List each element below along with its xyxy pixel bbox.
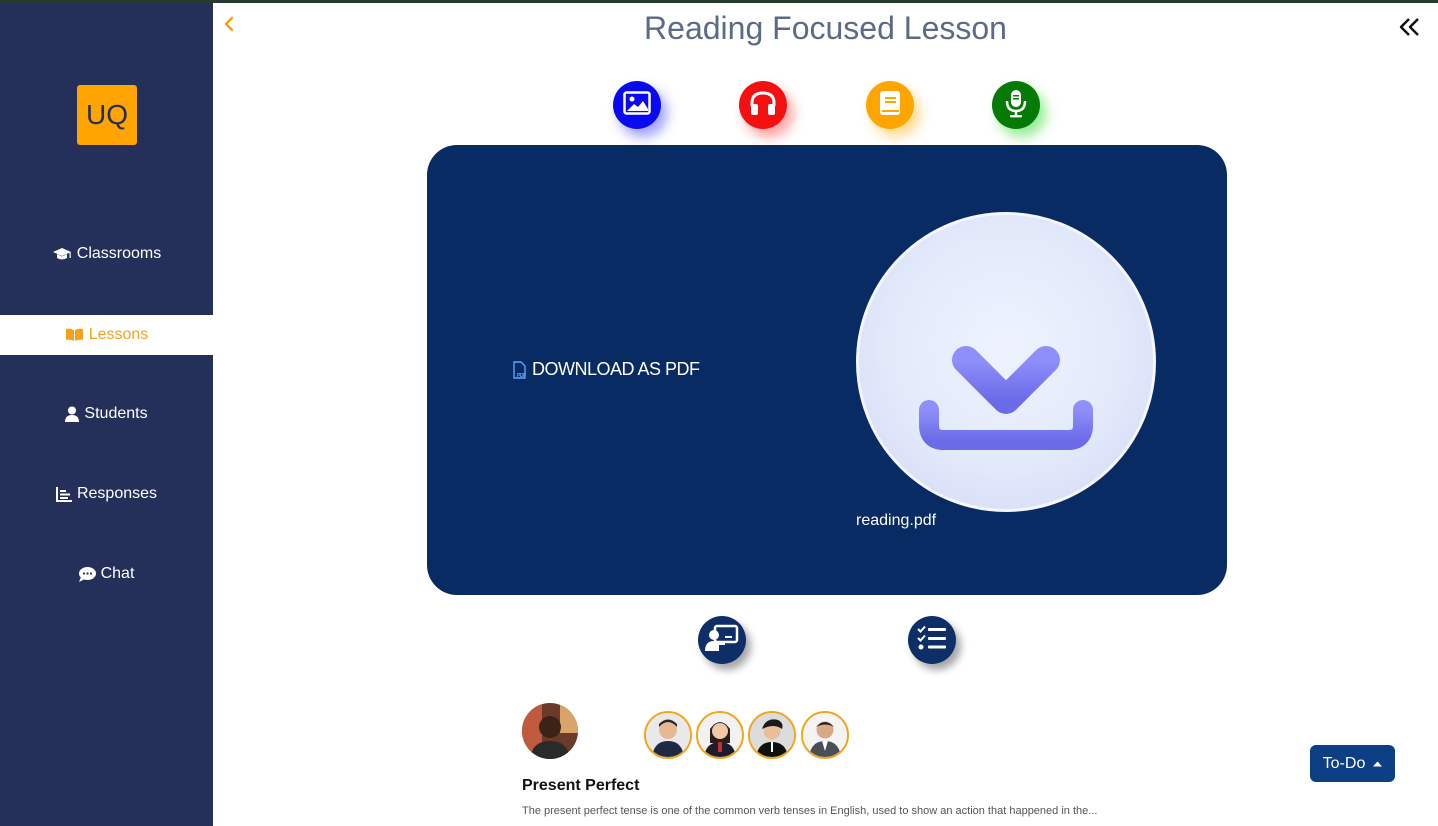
student-avatar <box>644 711 692 759</box>
microphone-icon <box>1004 88 1028 123</box>
svg-text:PDF: PDF <box>517 373 526 379</box>
sidebar: UQ Classrooms Lessons Students Responses… <box>0 3 213 826</box>
collapse-double-chevron-icon[interactable] <box>1398 16 1422 43</box>
student-avatar <box>801 711 849 759</box>
download-icon <box>911 265 1101 460</box>
sidebar-item-chat[interactable]: Chat <box>0 554 213 594</box>
student-avatar <box>748 711 796 759</box>
headphones-icon <box>749 90 777 121</box>
teacher-board-icon <box>705 623 739 658</box>
audio-mode-button[interactable] <box>739 81 787 129</box>
download-pdf-label: DOWNLOAD AS PDF <box>532 359 700 379</box>
image-icon <box>623 90 651 120</box>
speaking-mode-button[interactable] <box>992 81 1040 129</box>
student-avatar <box>696 711 744 759</box>
sidebar-item-classrooms[interactable]: Classrooms <box>0 234 213 274</box>
sidebar-item-lessons[interactable]: Lessons <box>0 315 213 355</box>
chat-bubble-icon <box>78 566 96 582</box>
sidebar-item-responses[interactable]: Responses <box>0 474 213 514</box>
sidebar-item-label: Responses <box>76 485 158 502</box>
todo-label: To-Do <box>1322 754 1366 772</box>
top-accent-line <box>0 0 1438 3</box>
reading-mode-button[interactable] <box>866 81 914 129</box>
todo-dropdown-button[interactable]: To-Do <box>1310 745 1395 782</box>
sidebar-item-label: Students <box>84 405 148 422</box>
download-button[interactable] <box>856 212 1156 512</box>
graduation-cap-icon <box>52 246 72 262</box>
checklist-button[interactable] <box>908 616 956 664</box>
book-icon <box>878 89 902 122</box>
checklist-icon <box>917 625 947 656</box>
teacher-avatar <box>522 703 578 759</box>
book-open-icon <box>65 328 84 342</box>
page-title: Reading Focused Lesson <box>644 10 1007 46</box>
sidebar-item-label: Chat <box>100 565 135 582</box>
file-name: reading.pdf <box>856 512 937 529</box>
pdf-file-icon: PDF <box>512 360 528 379</box>
image-mode-button[interactable] <box>613 81 661 129</box>
user-icon <box>65 406 80 422</box>
lesson-title: Present Perfect <box>522 777 640 794</box>
teacher-presentation-button[interactable] <box>698 616 746 664</box>
caret-up-icon <box>1373 761 1383 767</box>
lesson-description: The present perfect tense is one of the … <box>522 805 1098 817</box>
lesson-material-card: PDF DOWNLOAD AS PDF reading.pdf <box>427 145 1227 595</box>
app-logo[interactable]: UQ <box>77 85 137 145</box>
sidebar-item-label: Classrooms <box>76 245 162 262</box>
download-pdf-link[interactable]: PDF DOWNLOAD AS PDF <box>512 359 700 380</box>
bar-chart-icon <box>55 486 72 502</box>
sidebar-item-label: Lessons <box>88 326 149 343</box>
sidebar-item-students[interactable]: Students <box>0 394 213 434</box>
